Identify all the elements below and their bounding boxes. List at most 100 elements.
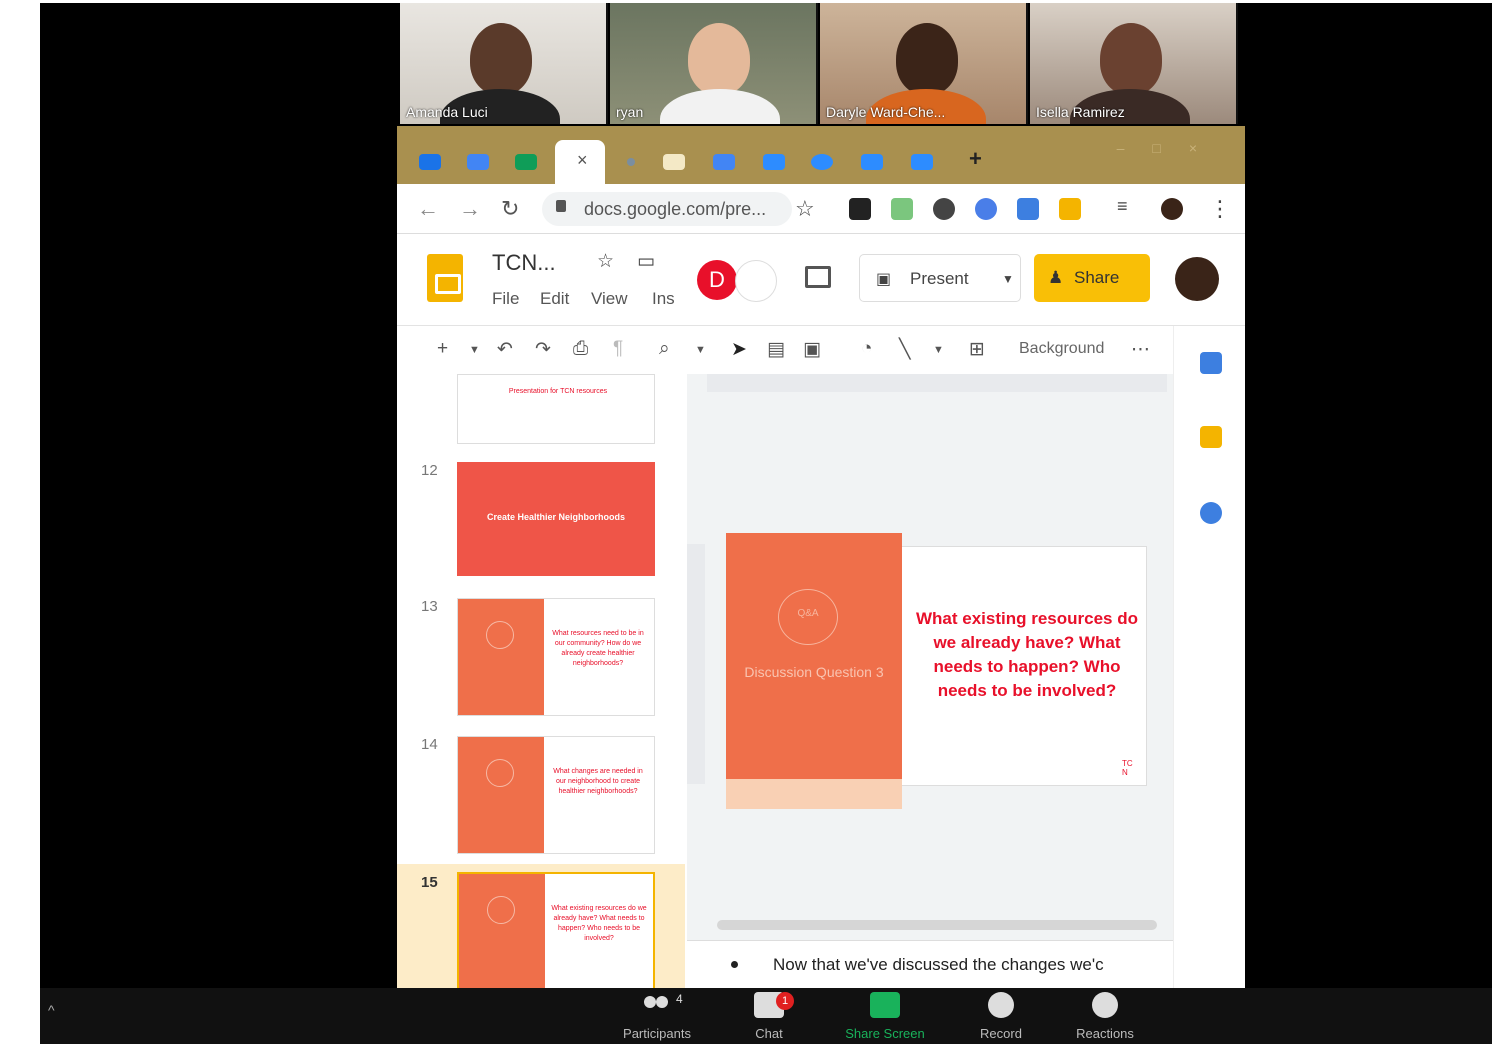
extension-icon[interactable] (1017, 198, 1039, 220)
participant-tile[interactable]: Daryle Ward-Che... (820, 3, 1028, 124)
browser-tab[interactable] (457, 142, 497, 182)
participant-tile[interactable]: Amanda Luci (400, 3, 608, 124)
paint-format-icon[interactable]: ¶ (613, 338, 623, 360)
forward-icon[interactable]: → (459, 196, 481, 222)
participant-tile[interactable]: ryan (610, 3, 818, 124)
window-controls[interactable]: –□× (1117, 140, 1225, 156)
share-button[interactable]: ♟ Share (1034, 254, 1150, 302)
browser-tab[interactable] (653, 142, 693, 182)
horizontal-ruler (707, 374, 1167, 392)
pdf-extension-icon[interactable] (849, 198, 871, 220)
current-slide[interactable]: Q&A Discussion Question 3 What existing … (726, 533, 1147, 809)
line-icon[interactable]: ╲ (899, 338, 910, 361)
browser-tab[interactable] (703, 142, 743, 182)
extension-icon[interactable] (975, 198, 997, 220)
calendar-icon[interactable] (1200, 352, 1222, 374)
participant-tile[interactable]: Isella Ramirez (1030, 3, 1238, 124)
new-slide-icon[interactable]: + (437, 338, 448, 360)
chat-button[interactable]: 1 Chat (714, 992, 824, 1041)
slide-thumbnail[interactable]: Create Healthier Neighborhoods (457, 462, 655, 576)
speaker-notes[interactable]: Now that we've discussed the changes we'… (687, 940, 1173, 988)
browser-tab[interactable] (801, 142, 841, 182)
bookmark-star-icon[interactable]: ☆ (795, 196, 815, 222)
star-icon[interactable]: ☆ (597, 250, 614, 273)
image-icon[interactable]: ▣ (803, 338, 821, 361)
comments-icon[interactable] (805, 266, 831, 288)
google-slides-logo-icon[interactable] (427, 254, 463, 302)
slide-question[interactable]: What existing resources do we already ha… (916, 607, 1138, 703)
extension-icon[interactable] (1059, 198, 1081, 220)
more-options-icon[interactable]: ⋯ (1131, 338, 1150, 361)
participants-button[interactable]: 4 Participants (602, 992, 712, 1041)
browser-tab[interactable] (753, 142, 793, 182)
profile-avatar[interactable] (1161, 198, 1183, 220)
menu-view[interactable]: View (591, 289, 628, 309)
text-box-icon[interactable]: ▤ (767, 338, 785, 361)
move-folder-icon[interactable]: ▭ (637, 250, 655, 273)
participant-face (470, 23, 532, 95)
participant-face (1100, 23, 1162, 95)
menu-file[interactable]: File (492, 289, 519, 309)
present-icon: ▣ (876, 271, 892, 288)
browser-tab[interactable] (505, 142, 545, 182)
present-button[interactable]: ▣ Present ▼ (859, 254, 1021, 302)
browser-tab[interactable] (851, 142, 891, 182)
slide-editor-canvas: Q&A Discussion Question 3 What existing … (687, 374, 1173, 988)
menu-edit[interactable]: Edit (540, 289, 569, 309)
browser-tab[interactable] (409, 142, 449, 182)
undo-icon[interactable]: ↶ (497, 338, 513, 361)
dropdown-caret-icon[interactable]: ▼ (1002, 272, 1014, 286)
slides-header: TCN... ☆ ▭ File Edit View Ins D ▣ Presen… (397, 234, 1245, 326)
slide-thumbnail[interactable]: What changes are needed in our neighborh… (457, 736, 655, 854)
keep-favicon-icon (663, 154, 685, 170)
dropdown-caret-icon[interactable]: ▼ (695, 344, 706, 356)
print-icon[interactable]: ⎙ (573, 338, 588, 360)
document-title[interactable]: TCN... (492, 250, 556, 276)
dropdown-caret-icon[interactable]: ▼ (469, 344, 480, 356)
reading-list-icon[interactable]: ≡ (1117, 196, 1128, 217)
zoom-icon[interactable]: ⌕ (659, 338, 670, 360)
browser-tab[interactable] (901, 142, 941, 182)
speech-bubble-icon: Q&A (778, 589, 838, 645)
new-tab-icon[interactable]: + (969, 146, 982, 172)
chat-badge: 1 (776, 992, 794, 1010)
reload-icon[interactable]: ↻ (501, 196, 519, 222)
zoom-favicon-icon (861, 154, 883, 170)
shape-icon[interactable]: ◔ (861, 338, 872, 360)
redo-icon[interactable]: ↷ (535, 338, 551, 361)
comment-add-icon[interactable]: ⊞ (969, 338, 985, 361)
account-avatar[interactable] (1175, 257, 1219, 301)
record-label: Record (980, 1026, 1022, 1041)
browser-tab-bar: × + –□× (397, 126, 1245, 184)
horizontal-scrollbar[interactable] (717, 920, 1157, 930)
reactions-button[interactable]: Reactions (1050, 992, 1160, 1041)
docs-favicon-icon (467, 154, 489, 170)
zoom-favicon-icon (811, 154, 833, 170)
record-button[interactable]: Record (946, 992, 1056, 1041)
collaborator-avatar[interactable]: D (697, 260, 737, 300)
url-field[interactable]: docs.google.com/pre... (542, 192, 792, 226)
slide-thumbnail[interactable]: What resources need to be in our communi… (457, 598, 655, 716)
browser-tab[interactable] (611, 142, 651, 182)
background-button[interactable]: Background (1019, 340, 1104, 358)
share-screen-button[interactable]: Share Screen (830, 992, 940, 1041)
back-icon[interactable]: ← (417, 196, 439, 222)
meet-icon[interactable] (735, 260, 777, 302)
select-cursor-icon[interactable]: ➤ (731, 338, 747, 361)
tcn-logo: TC N (1122, 759, 1133, 777)
kebab-menu-icon[interactable]: ⋮ (1209, 196, 1231, 222)
present-label: Present (910, 269, 969, 288)
slide-thumbnail-selected[interactable]: What existing resources do we already ha… (457, 872, 655, 988)
tasks-icon[interactable] (1200, 502, 1222, 524)
slide-thumbnail[interactable]: Presentation for TCN resources (457, 374, 655, 444)
dropdown-caret-icon[interactable]: ▼ (933, 344, 944, 356)
keep-icon[interactable] (1200, 426, 1222, 448)
sheets-extension-icon[interactable] (891, 198, 913, 220)
participant-name: ryan (616, 104, 644, 120)
active-browser-tab[interactable]: × (555, 140, 605, 184)
menu-insert[interactable]: Ins (652, 289, 675, 309)
extension-icon[interactable] (933, 198, 955, 220)
close-tab-icon[interactable]: × (577, 150, 588, 171)
record-icon (988, 992, 1014, 1018)
chevron-up-icon[interactable]: ^ (48, 1002, 55, 1018)
